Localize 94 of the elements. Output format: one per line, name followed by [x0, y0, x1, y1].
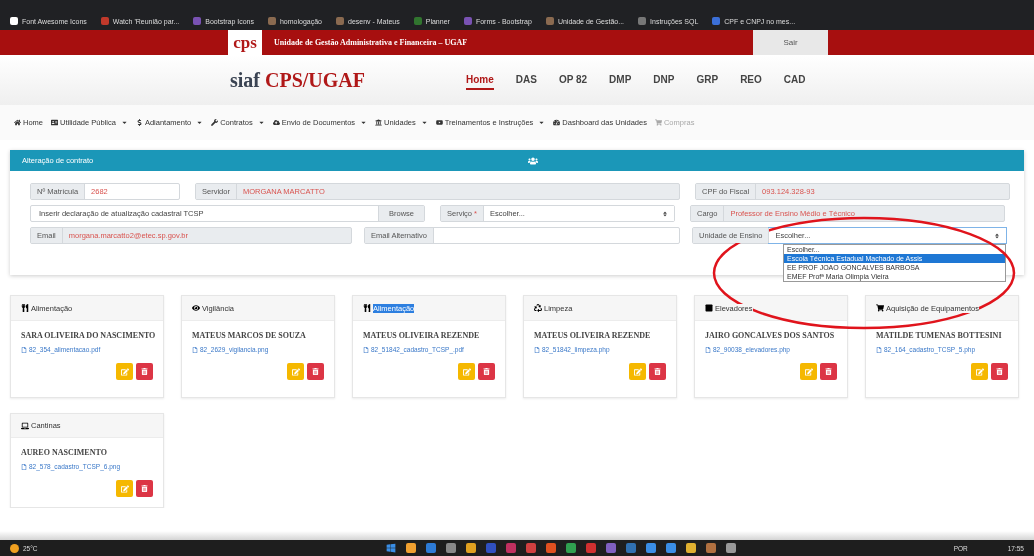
file-icon — [21, 346, 27, 353]
site-icon — [413, 17, 422, 25]
nav-link[interactable]: GRP — [696, 70, 719, 90]
file-icon — [876, 346, 882, 353]
app-icon[interactable] — [565, 543, 576, 553]
logo: cps — [228, 30, 262, 55]
caret-icon — [360, 119, 368, 126]
person-name: MATILDE TUMENAS BOTTESINI — [876, 331, 1003, 340]
delete-button[interactable] — [820, 363, 837, 380]
app-icon[interactable] — [725, 543, 736, 553]
person-name: AUREO NASCIMENTO — [21, 448, 108, 457]
site-icon — [267, 17, 276, 25]
logout-button[interactable]: Sair — [753, 30, 828, 55]
caret-icon — [196, 119, 204, 126]
site-icon — [638, 17, 647, 25]
eye-icon — [192, 304, 200, 312]
trash-icon — [141, 485, 148, 492]
nav-link[interactable]: DMP — [609, 70, 632, 90]
utensils-icon — [363, 304, 371, 312]
delete-button[interactable] — [649, 363, 666, 380]
recycle-icon — [534, 304, 542, 312]
edit-icon — [975, 367, 984, 376]
sun-icon — [10, 543, 19, 553]
edit-icon — [120, 484, 129, 493]
trash-icon — [654, 368, 661, 375]
file-icon — [363, 346, 369, 353]
delete-button[interactable] — [136, 480, 153, 497]
edit-icon — [291, 367, 300, 376]
header-title: Unidade de Gestão Administrativa e Financeira – UGAF — [274, 38, 469, 47]
caret-icon — [120, 119, 128, 126]
site-icon — [336, 17, 344, 25]
caret-icon — [538, 119, 546, 126]
bank-icon — [375, 119, 383, 126]
delete-button[interactable] — [136, 363, 153, 380]
dollar-icon — [135, 119, 143, 126]
site-icon — [545, 17, 554, 25]
app-icon[interactable] — [425, 543, 436, 553]
app-icon[interactable] — [445, 543, 456, 553]
trash-icon — [312, 368, 319, 375]
site-icon — [10, 17, 18, 25]
cart-icon — [654, 119, 662, 126]
person-name: MATEUS OLIVEIRA REZENDE — [534, 331, 652, 340]
person-name: JAIRO GONCALVES DOS SANTOS — [705, 331, 836, 340]
site-icon — [100, 17, 109, 25]
trash-icon — [825, 368, 832, 375]
site-icon — [712, 17, 721, 25]
app-icon[interactable] — [525, 543, 536, 553]
laptop-icon — [21, 421, 29, 430]
card-icon — [51, 119, 58, 126]
file-icon — [705, 346, 711, 353]
file-icon — [192, 346, 198, 353]
trash-icon — [141, 368, 148, 375]
nav-link[interactable]: OP 82 — [558, 70, 588, 90]
app-icon[interactable] — [465, 543, 476, 553]
person-name: MATEUS OLIVEIRA REZENDE — [363, 331, 481, 340]
caret-icon — [420, 119, 428, 126]
edit-icon — [804, 367, 813, 376]
app-icon[interactable] — [645, 543, 656, 553]
delete-button[interactable] — [307, 363, 324, 380]
edit-icon — [120, 367, 129, 376]
trash-icon — [483, 368, 490, 375]
home-icon — [14, 119, 21, 126]
file-icon — [534, 346, 540, 353]
video-icon — [435, 119, 443, 126]
delete-button[interactable] — [478, 363, 495, 380]
app-icon[interactable] — [545, 543, 556, 553]
utensils-icon — [21, 304, 29, 312]
app-icon[interactable] — [405, 543, 416, 553]
wrench-icon — [211, 119, 219, 126]
person-name: MATEUS MARCOS DE SOUZA — [192, 331, 307, 340]
trash-icon — [996, 368, 1003, 375]
brand-title: siaf CPS/UGAF — [230, 68, 366, 92]
app-icon[interactable] — [665, 543, 676, 553]
site-icon — [463, 17, 472, 25]
app-icon[interactable] — [705, 543, 716, 553]
person-name: SARA OLIVEIRA DO NASCIMENTO — [21, 331, 153, 340]
edit-icon — [462, 367, 471, 376]
cart-icon — [876, 304, 884, 312]
nav-link[interactable]: REO — [740, 70, 762, 90]
caret-icon — [257, 119, 265, 126]
app-icon[interactable] — [685, 543, 696, 553]
gauge-icon — [553, 119, 561, 126]
file-icon — [21, 463, 27, 470]
nav-link[interactable]: DAS — [515, 70, 537, 90]
nav-link[interactable]: Home — [466, 70, 494, 90]
delete-button[interactable] — [991, 363, 1008, 380]
site-icon — [193, 17, 202, 25]
edit-icon — [633, 367, 642, 376]
app-icon[interactable] — [605, 543, 616, 553]
cloud-upload-icon — [272, 119, 280, 126]
users-icon — [528, 155, 538, 166]
windows-icon[interactable] — [385, 543, 396, 553]
nav-link[interactable]: DNP — [653, 70, 675, 90]
nav-link[interactable]: CAD — [783, 70, 806, 90]
